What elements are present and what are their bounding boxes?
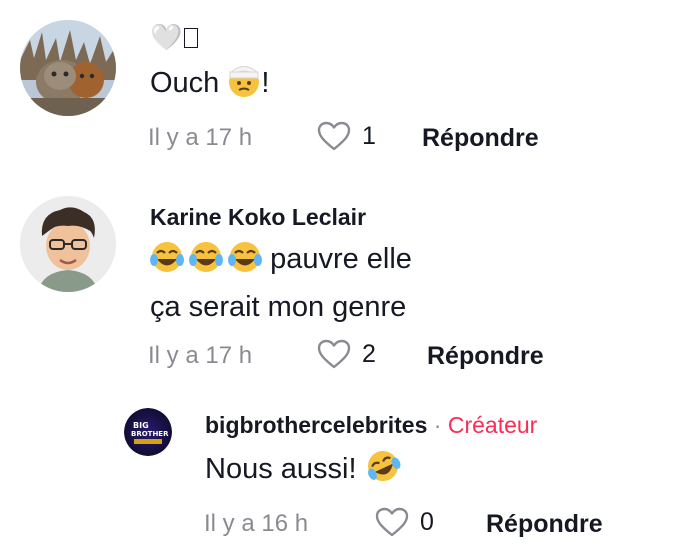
heart-outline-icon	[317, 121, 351, 151]
rofl-emoji-icon	[365, 448, 401, 496]
comment-text: Ouch !	[150, 62, 269, 110]
heart-outline-icon	[317, 339, 351, 369]
like-button[interactable]: 1	[316, 120, 376, 152]
reply-button[interactable]: Répondre	[422, 124, 539, 153]
like-count: 1	[362, 121, 376, 150]
big-brother-logo-avatar-icon: BIG BROTHER	[124, 408, 172, 456]
creator-badge: Créateur	[447, 412, 538, 438]
person-cartoon-avatar-icon	[20, 196, 116, 292]
like-button[interactable]: 0	[374, 506, 434, 538]
reply-button[interactable]: Répondre	[427, 342, 544, 371]
white-heart-icon: 🤍	[150, 22, 183, 52]
like-button[interactable]: 2	[316, 338, 376, 370]
comment-text: Nous aussi!	[205, 448, 401, 496]
author-name[interactable]: bigbrothercelebrites	[205, 412, 427, 438]
timestamp: Il y a 16 h	[204, 510, 309, 537]
cat-photo-avatar-icon	[20, 20, 116, 116]
comment-text: pauvre elle ça serait mon genre	[150, 238, 412, 328]
author-name[interactable]: Karine Koko Leclair	[150, 204, 366, 231]
bandaged-head-emoji-icon	[227, 64, 261, 110]
like-count: 0	[420, 507, 434, 536]
author-line: bigbrothercelebrites · Créateur	[205, 412, 537, 439]
reply-button[interactable]: Répondre	[486, 510, 603, 539]
svg-text:BROTHER: BROTHER	[131, 430, 169, 438]
avatar[interactable]: BIG BROTHER	[124, 408, 172, 456]
avatar[interactable]	[20, 20, 116, 116]
heart-outline-icon	[375, 507, 409, 537]
like-count: 2	[362, 339, 376, 368]
avatar[interactable]	[20, 196, 116, 292]
separator-dot: ·	[433, 412, 442, 438]
comment-header: 🤍	[150, 22, 199, 53]
timestamp: Il y a 17 h	[148, 342, 253, 369]
tears-of-joy-emoji-icon	[150, 240, 262, 286]
svg-text:BIG: BIG	[133, 421, 149, 430]
timestamp: Il y a 17 h	[148, 124, 253, 151]
missing-glyph-icon	[184, 28, 199, 48]
